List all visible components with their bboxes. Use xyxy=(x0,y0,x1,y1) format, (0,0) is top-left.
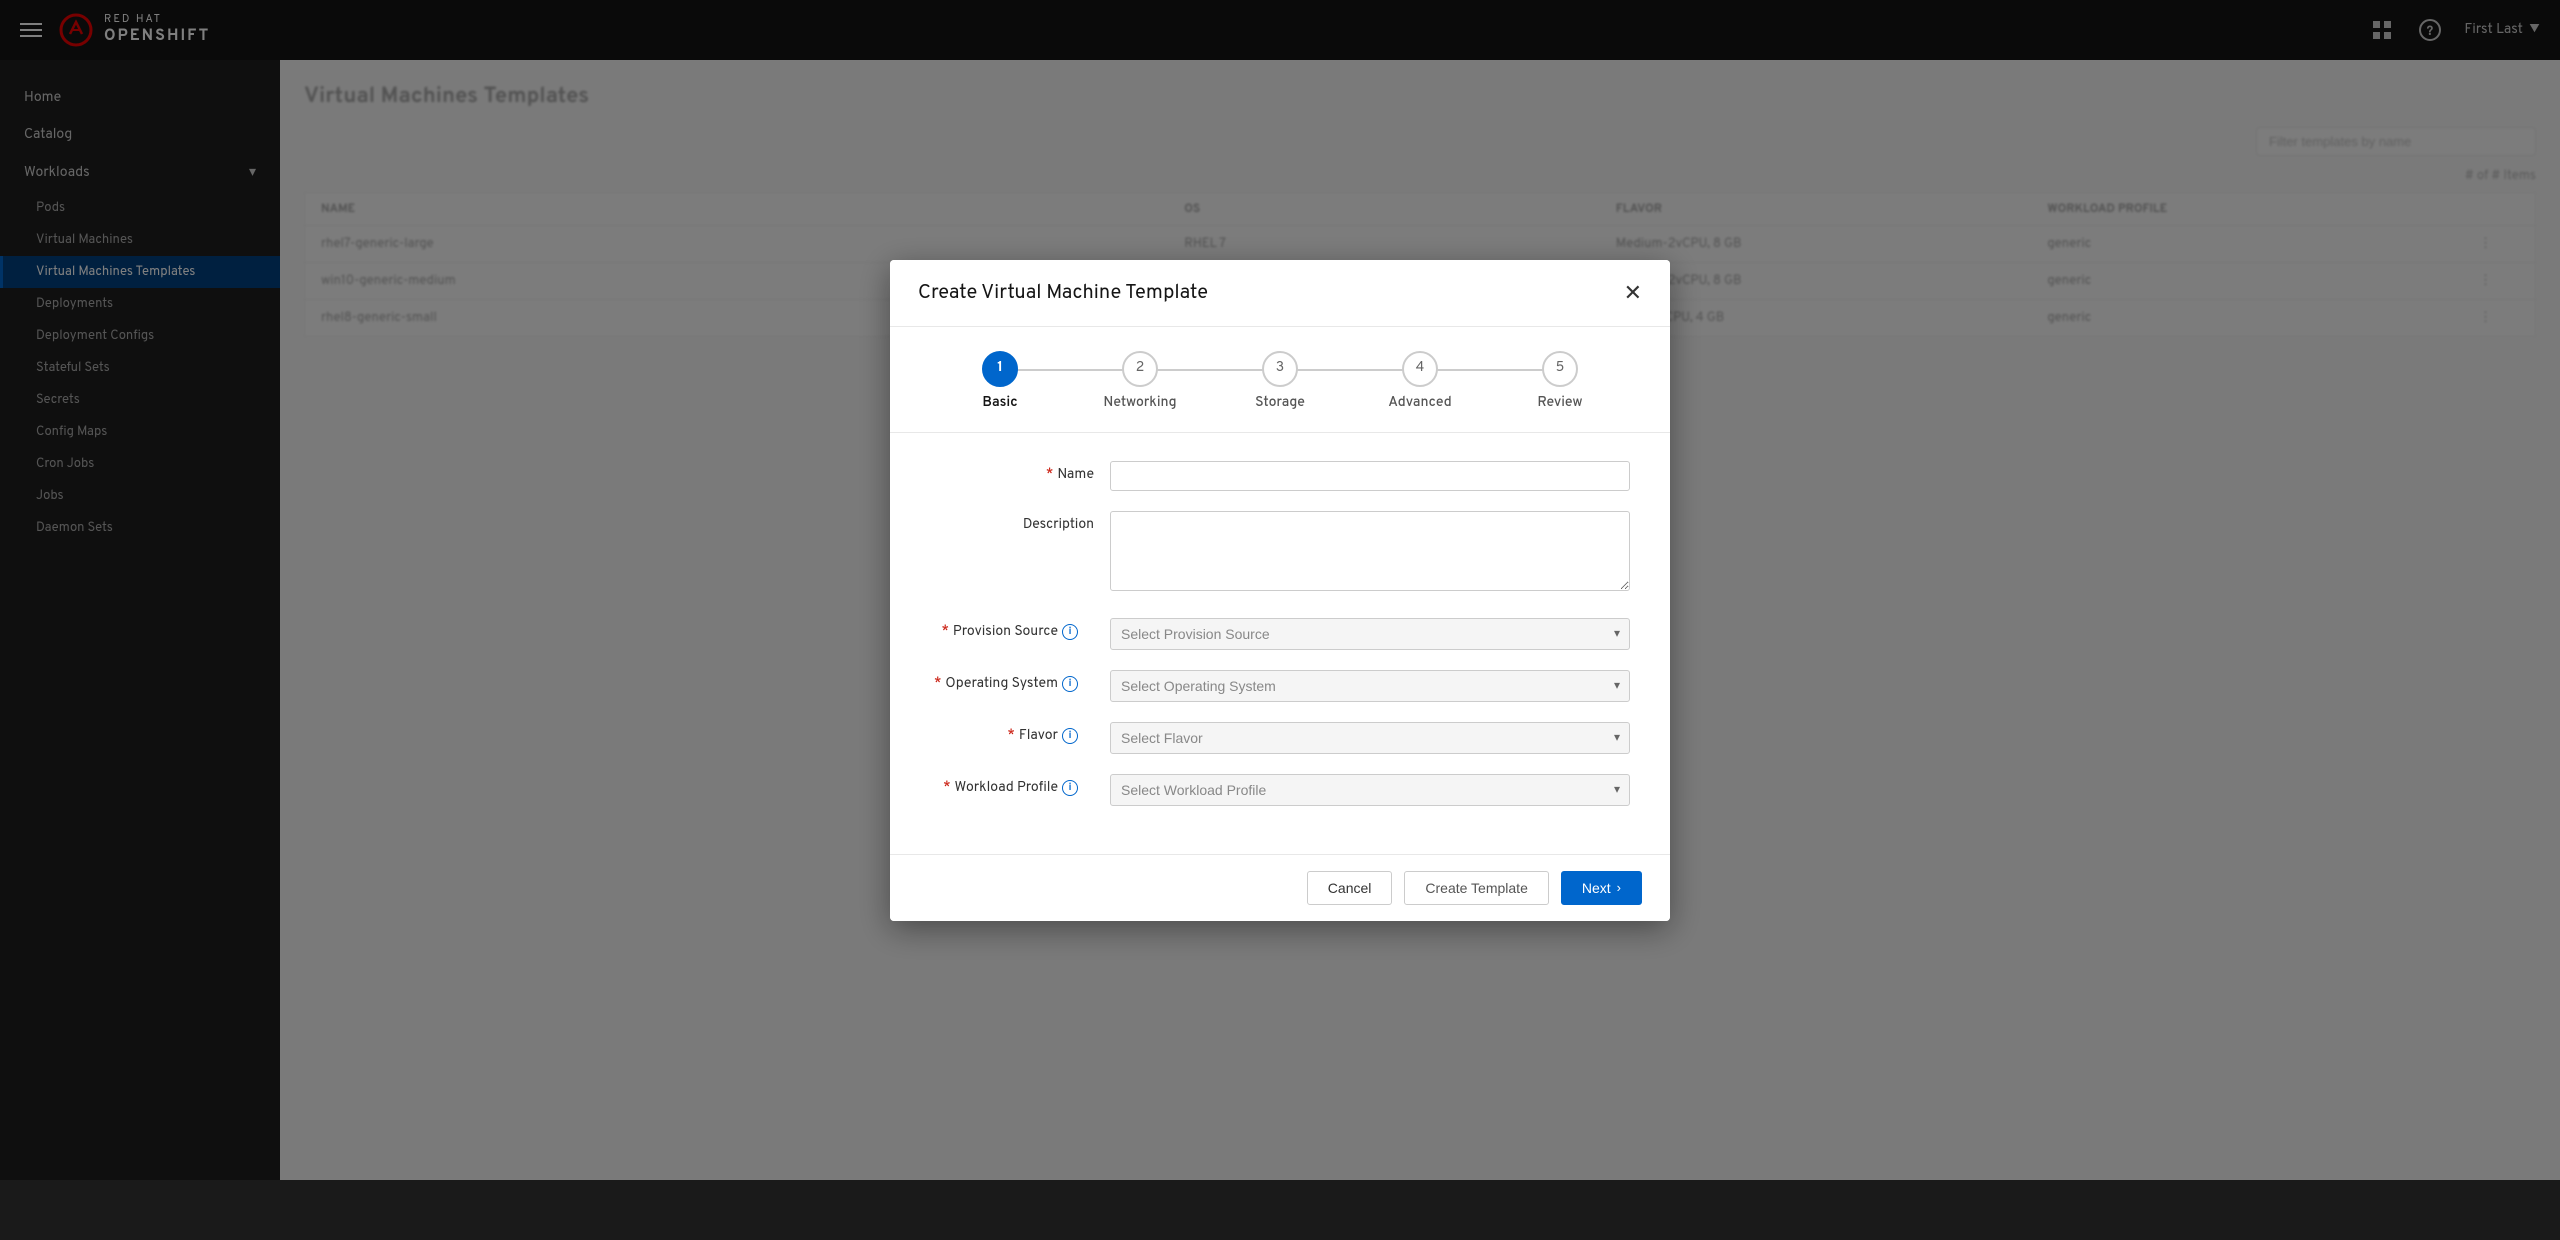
description-input-wrapper xyxy=(1110,511,1630,598)
modal-title: Create Virtual Machine Template xyxy=(918,280,1208,306)
workload-profile-row: * Workload Profile i Select Workload Pro… xyxy=(930,774,1630,806)
os-select-wrapper: Select Operating System ▾ xyxy=(1110,670,1630,702)
step-1-label: Basic xyxy=(982,395,1017,412)
os-label-wrapper: * Operating System i xyxy=(930,670,1110,693)
step-advanced: 4 Advanced xyxy=(1350,351,1490,412)
step-4-label: Advanced xyxy=(1388,395,1451,412)
name-required-star: * xyxy=(1046,467,1053,484)
provision-required-star: * xyxy=(941,624,948,641)
step-storage: 3 Storage xyxy=(1210,351,1350,412)
flavor-required-star: * xyxy=(1007,728,1014,745)
provision-source-label-wrapper: * Provision Source i xyxy=(930,618,1110,641)
operating-system-select[interactable]: Select Operating System xyxy=(1110,670,1630,702)
create-template-button[interactable]: Create Template xyxy=(1404,871,1548,905)
next-label: Next xyxy=(1582,880,1611,896)
name-label: *Name xyxy=(930,461,1110,484)
workload-profile-select[interactable]: Select Workload Profile xyxy=(1110,774,1630,806)
operating-system-row: * Operating System i Select Operating Sy… xyxy=(930,670,1630,702)
flavor-info-icon[interactable]: i xyxy=(1062,728,1078,744)
flavor-row: * Flavor i Select Flavor ▾ xyxy=(930,722,1630,754)
step-3-label: Storage xyxy=(1255,395,1305,412)
cancel-button[interactable]: Cancel xyxy=(1307,871,1393,905)
step-4-circle[interactable]: 4 xyxy=(1402,351,1438,387)
modal-form-body: *Name Description * Provision Source xyxy=(890,433,1670,854)
wizard-steps: 1 Basic 2 Networking 3 Storage xyxy=(890,327,1670,433)
flavor-select[interactable]: Select Flavor xyxy=(1110,722,1630,754)
workload-required-star: * xyxy=(943,780,950,797)
os-info-icon[interactable]: i xyxy=(1062,676,1078,692)
workload-info-icon[interactable]: i xyxy=(1062,780,1078,796)
flavor-label-wrapper: * Flavor i xyxy=(930,722,1110,745)
next-button[interactable]: Next › xyxy=(1561,871,1642,905)
step-3-circle[interactable]: 3 xyxy=(1262,351,1298,387)
name-input[interactable] xyxy=(1110,461,1630,491)
step-review: 5 Review xyxy=(1490,351,1630,412)
step-2-label: Networking xyxy=(1103,395,1176,412)
name-input-wrapper xyxy=(1110,461,1630,491)
description-field-row: Description xyxy=(930,511,1630,598)
os-required-star: * xyxy=(934,676,941,693)
step-2-circle[interactable]: 2 xyxy=(1122,351,1158,387)
description-label: Description xyxy=(930,511,1110,534)
workload-label-wrapper: * Workload Profile i xyxy=(930,774,1110,797)
step-5-label: Review xyxy=(1537,395,1582,412)
flavor-select-wrapper: Select Flavor ▾ xyxy=(1110,722,1630,754)
modal-overlay: Create Virtual Machine Template ✕ 1 Basi… xyxy=(0,0,2560,1180)
step-basic: 1 Basic xyxy=(930,351,1070,412)
next-arrow-icon: › xyxy=(1617,880,1621,895)
provision-source-info-icon[interactable]: i xyxy=(1062,624,1078,640)
modal-header: Create Virtual Machine Template ✕ xyxy=(890,260,1670,327)
provision-source-row: * Provision Source i Select Provision So… xyxy=(930,618,1630,650)
create-vm-template-modal: Create Virtual Machine Template ✕ 1 Basi… xyxy=(890,260,1670,921)
name-field-row: *Name xyxy=(930,461,1630,491)
step-1-circle[interactable]: 1 xyxy=(982,351,1018,387)
step-networking: 2 Networking xyxy=(1070,351,1210,412)
provision-source-select[interactable]: Select Provision Source xyxy=(1110,618,1630,650)
provision-source-select-wrapper: Select Provision Source ▾ xyxy=(1110,618,1630,650)
description-input[interactable] xyxy=(1110,511,1630,591)
workload-select-wrapper: Select Workload Profile ▾ xyxy=(1110,774,1630,806)
step-5-circle[interactable]: 5 xyxy=(1542,351,1578,387)
modal-footer: Cancel Create Template Next › xyxy=(890,854,1670,921)
close-modal-button[interactable]: ✕ xyxy=(1624,282,1642,304)
